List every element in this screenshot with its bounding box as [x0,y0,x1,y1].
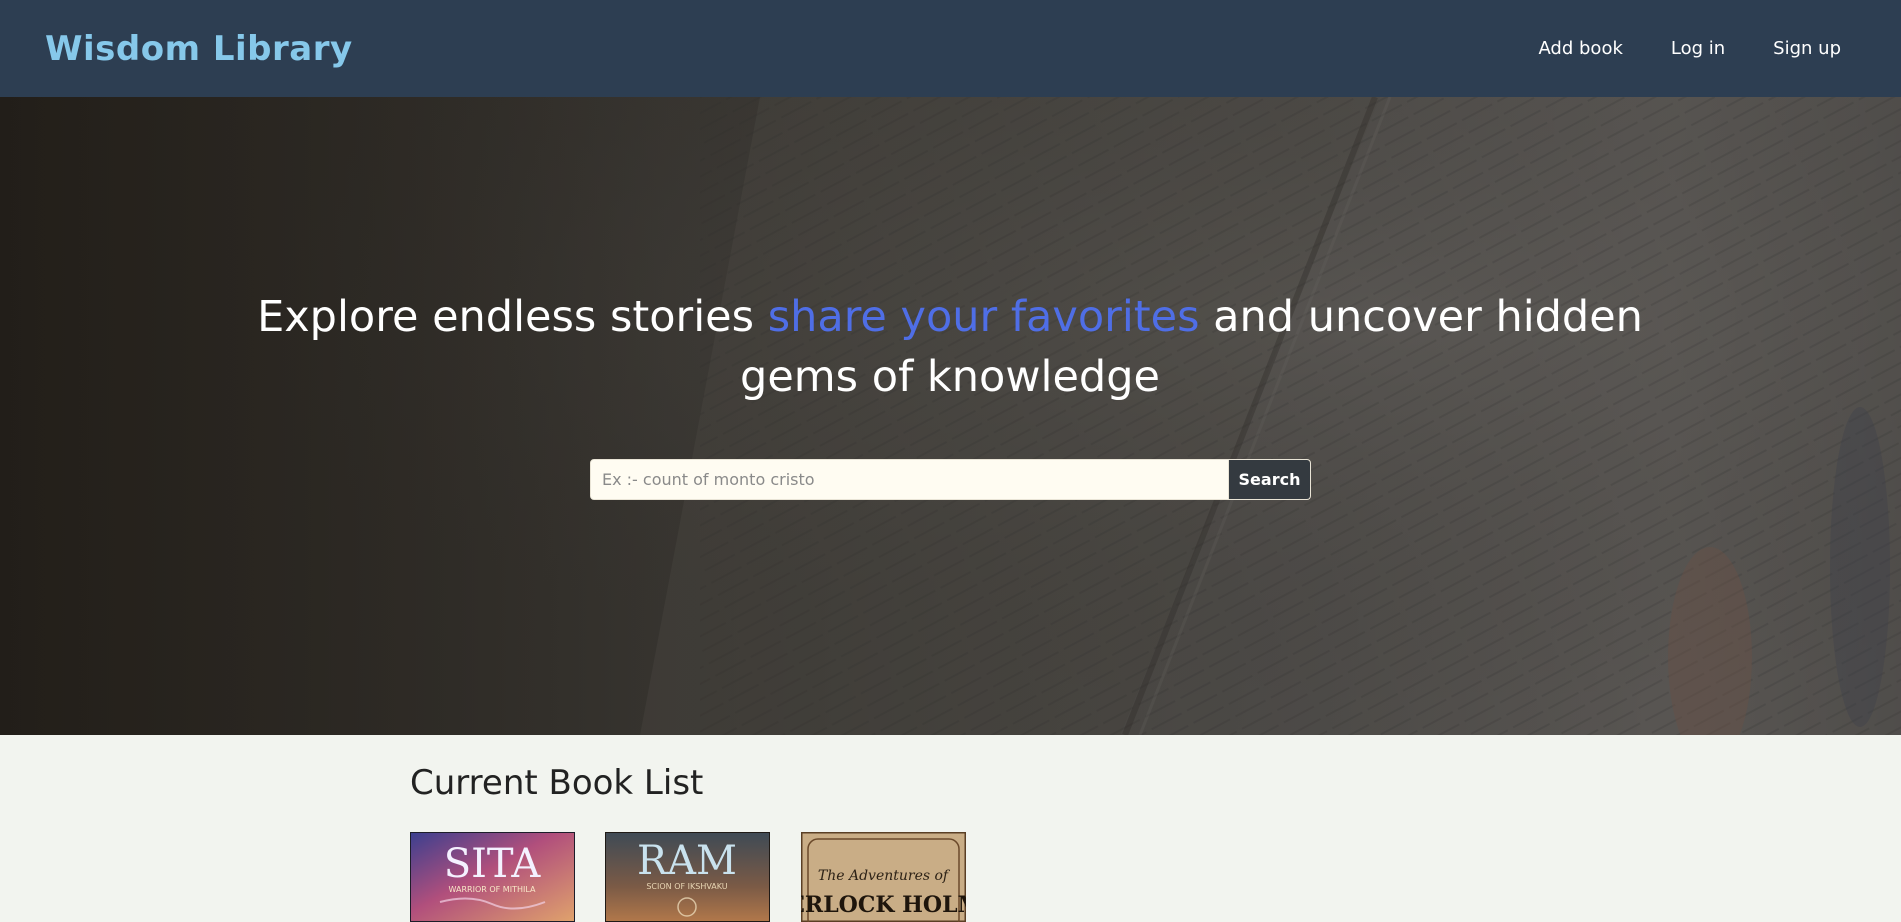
book-card-ram[interactable]: RAM SCION OF IKSHVAKU [605,832,770,922]
hero-headline: Explore endless stories share your favor… [250,287,1650,407]
book-cover-subtitle: SCION OF IKSHVAKU [646,882,727,891]
hero-section: Explore endless stories share your favor… [0,97,1901,735]
book-card-sherlock-holmes[interactable]: The Adventures of SHERLOCK HOLMES [801,832,966,922]
section-title: Current Book List [410,763,704,803]
hero-content: Explore endless stories share your favor… [0,97,1901,735]
book-card-sita[interactable]: SITA WARRIOR OF MITHILA [410,832,575,922]
search-input[interactable] [591,460,1228,499]
book-cover-ram: RAM SCION OF IKSHVAKU [605,832,770,922]
book-cover-subtitle: SHERLOCK HOLMES [801,892,966,918]
book-cover-subtitle: WARRIOR OF MITHILA [449,885,536,894]
headline-text-start: Explore endless stories [257,292,768,342]
book-cover-title: The Adventures of [818,868,951,884]
book-cover-title: SITA [444,841,542,887]
headline-accent-text: share your favorites [767,292,1200,342]
brand-logo[interactable]: Wisdom Library [45,29,353,69]
navbar: Wisdom Library Add book Log in Sign up [0,0,1901,97]
book-cover-title: RAM [637,838,737,884]
search-button[interactable]: Search [1228,460,1310,499]
nav-links: Add book Log in Sign up [1538,38,1841,59]
search-form: Search [590,459,1311,500]
add-book-link[interactable]: Add book [1538,38,1622,59]
book-cover-sita: SITA WARRIOR OF MITHILA [410,832,575,922]
sign-up-link[interactable]: Sign up [1773,38,1841,59]
book-list-section: Current Book List SITA WARRIOR OF MITHIL… [0,735,1901,922]
book-cover-sherlock-holmes: The Adventures of SHERLOCK HOLMES [801,832,966,922]
log-in-link[interactable]: Log in [1671,38,1725,59]
